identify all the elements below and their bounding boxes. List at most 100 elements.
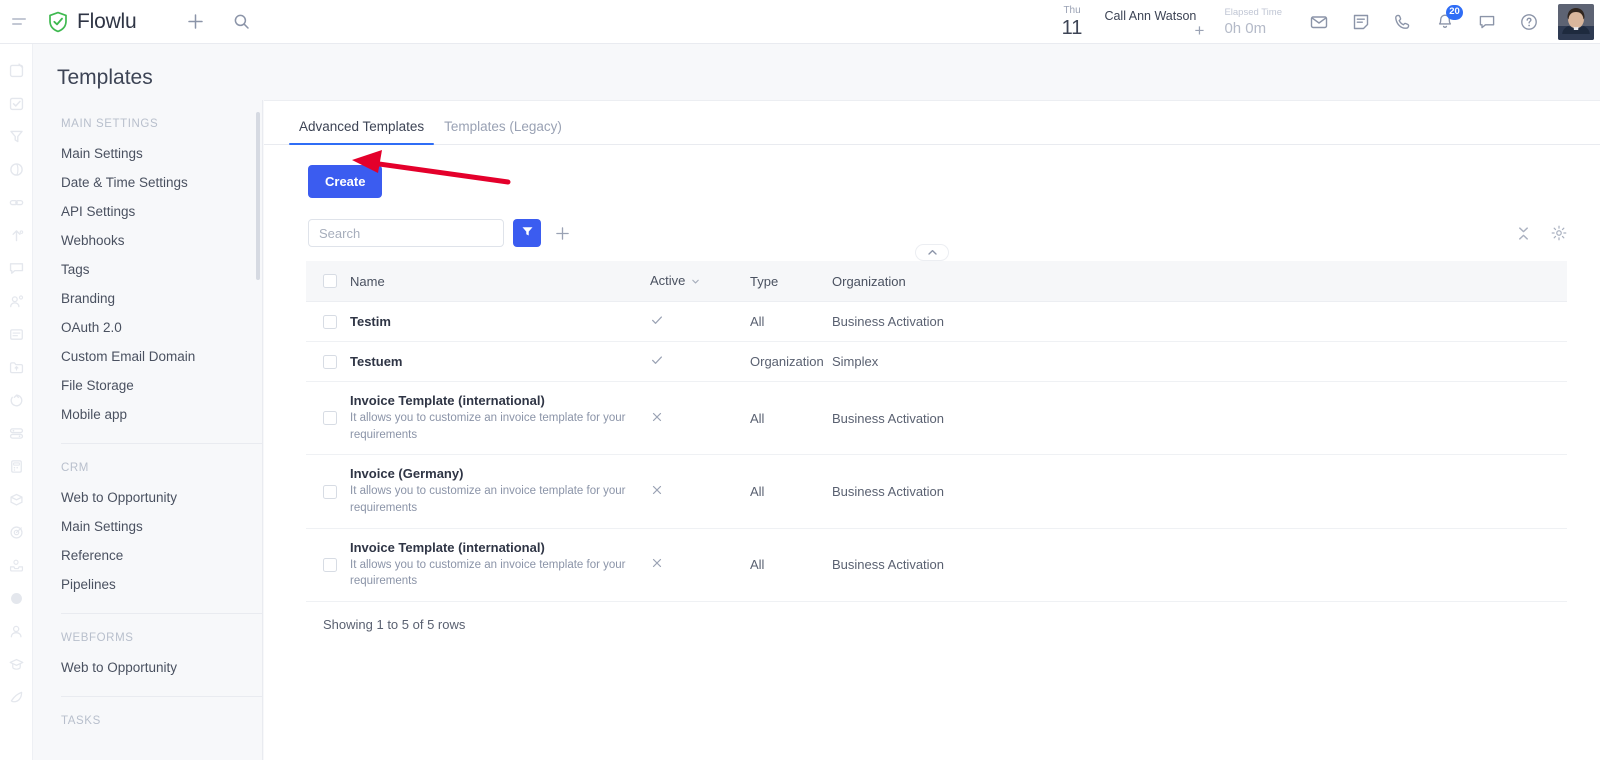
sidebar-item-date-time-settings[interactable]: Date & Time Settings bbox=[45, 168, 262, 197]
create-button[interactable]: Create bbox=[308, 165, 383, 198]
select-all-checkbox[interactable] bbox=[323, 274, 337, 289]
add-filter-button[interactable] bbox=[550, 221, 574, 245]
action-toolbar: Create bbox=[264, 145, 1600, 198]
sidebar-item-main-settings[interactable]: Main Settings bbox=[45, 139, 262, 168]
rail-contacts-icon[interactable] bbox=[3, 615, 29, 648]
row-checkbox[interactable] bbox=[323, 354, 337, 369]
table-row[interactable]: Invoice Template (international) It allo… bbox=[306, 381, 1567, 456]
filter-button[interactable] bbox=[513, 219, 541, 247]
column-header-name[interactable]: Name bbox=[350, 261, 650, 303]
rail-funnel-people-icon[interactable] bbox=[3, 120, 29, 153]
menu-toggle-icon[interactable] bbox=[12, 11, 34, 33]
tab-templates-legacy[interactable]: Templates (Legacy) bbox=[434, 119, 572, 145]
rail-invoices-icon[interactable] bbox=[3, 318, 29, 351]
sidebar-scrollbar[interactable] bbox=[256, 112, 260, 280]
app-icon-rail bbox=[0, 44, 33, 760]
column-header-organization[interactable]: Organization bbox=[832, 261, 1567, 303]
tab-advanced-templates[interactable]: Advanced Templates bbox=[289, 119, 435, 145]
rail-target-icon[interactable] bbox=[3, 516, 29, 549]
row-name: Invoice Template (international) bbox=[350, 393, 545, 409]
rail-mail-tray-icon[interactable] bbox=[3, 549, 29, 582]
sidebar-item-crm-web-to-opportunity[interactable]: Web to Opportunity bbox=[45, 483, 262, 512]
sidebar-item-mobile-app[interactable]: Mobile app bbox=[45, 400, 262, 429]
nav-group-crm: CRM Web to Opportunity Main Settings Ref… bbox=[45, 444, 262, 614]
sidebar-item-tags[interactable]: Tags bbox=[45, 255, 262, 284]
collapse-rows-icon[interactable] bbox=[1516, 226, 1531, 241]
table-row[interactable]: Invoice Template (international) It allo… bbox=[306, 528, 1567, 603]
row-description: It allows you to customize an invoice te… bbox=[350, 558, 626, 588]
notes-icon[interactable] bbox=[1340, 0, 1382, 44]
add-task-icon[interactable]: + bbox=[1195, 22, 1205, 39]
cross-icon bbox=[650, 556, 664, 573]
chat-icon[interactable] bbox=[1466, 0, 1508, 44]
rail-calculator-icon[interactable] bbox=[3, 450, 29, 483]
elapsed-timer[interactable]: Elapsed Time 0h 0m bbox=[1212, 0, 1298, 44]
sidebar-item-crm-main-settings[interactable]: Main Settings bbox=[45, 512, 262, 541]
user-avatar[interactable] bbox=[1558, 3, 1594, 40]
row-organization: Business Activation bbox=[832, 301, 1567, 343]
column-header-active-label: Active bbox=[650, 273, 686, 288]
rail-feedback-icon[interactable] bbox=[3, 252, 29, 285]
row-type: All bbox=[750, 454, 832, 529]
calendar-date[interactable]: Thu 11 bbox=[1052, 4, 1093, 38]
quick-add-button[interactable] bbox=[178, 5, 212, 39]
row-checkbox[interactable] bbox=[323, 484, 337, 499]
table-row[interactable]: Testim All Business Activation bbox=[306, 301, 1567, 343]
rail-team-add-icon[interactable] bbox=[3, 285, 29, 318]
sidebar-item-webforms-web-to-opportunity[interactable]: Web to Opportunity bbox=[45, 653, 262, 682]
sidebar-item-crm-reference[interactable]: Reference bbox=[45, 541, 262, 570]
help-icon[interactable] bbox=[1508, 0, 1550, 44]
rail-leaf-icon[interactable] bbox=[3, 681, 29, 714]
row-organization: Business Activation bbox=[832, 454, 1567, 529]
current-task[interactable]: Call Ann Watson + bbox=[1092, 0, 1212, 44]
sidebar-item-branding[interactable]: Branding bbox=[45, 284, 262, 313]
rail-tasks-check-icon[interactable] bbox=[3, 87, 29, 120]
table-head: Name Active Type Organization bbox=[306, 261, 1567, 303]
tab-bar: Advanced Templates Templates (Legacy) bbox=[264, 101, 1600, 145]
row-checkbox[interactable] bbox=[323, 314, 337, 329]
sidebar-item-custom-email-domain[interactable]: Custom Email Domain bbox=[45, 342, 262, 371]
row-checkbox[interactable] bbox=[323, 411, 337, 426]
row-name: Invoice (Germany) bbox=[350, 466, 464, 482]
rail-upload-arrow-icon[interactable] bbox=[3, 219, 29, 252]
cross-icon bbox=[650, 483, 664, 500]
nav-group-webforms: WEBFORMS Web to Opportunity bbox=[45, 614, 262, 697]
notifications-bell-icon[interactable]: 20 bbox=[1424, 0, 1466, 44]
sidebar-item-crm-pipelines[interactable]: Pipelines bbox=[45, 570, 262, 599]
templates-table: Name Active Type Organization Testim All… bbox=[306, 261, 1567, 603]
rail-box-open-icon[interactable] bbox=[3, 483, 29, 516]
nav-group-title: WEBFORMS bbox=[61, 632, 134, 644]
rail-toggles-icon[interactable] bbox=[3, 417, 29, 450]
rail-pin-board-icon[interactable] bbox=[3, 54, 29, 87]
collapse-toolbar-button[interactable] bbox=[915, 244, 949, 261]
mail-icon[interactable] bbox=[1298, 0, 1340, 44]
row-name-cell: Testim bbox=[350, 301, 650, 343]
rail-link-chain-icon[interactable] bbox=[3, 186, 29, 219]
row-type: All bbox=[750, 381, 832, 456]
rail-agile-icon[interactable] bbox=[3, 384, 29, 417]
row-checkbox[interactable] bbox=[323, 557, 337, 572]
global-search-icon[interactable] bbox=[224, 5, 258, 39]
column-header-type[interactable]: Type bbox=[750, 261, 832, 303]
current-task-title: Call Ann Watson bbox=[1104, 8, 1197, 23]
check-icon bbox=[650, 313, 664, 330]
row-active-cell bbox=[650, 454, 750, 529]
sidebar-item-oauth[interactable]: OAuth 2.0 bbox=[45, 313, 262, 342]
table-row[interactable]: Testuem Organization Simplex bbox=[306, 341, 1567, 383]
search-input[interactable] bbox=[308, 219, 504, 247]
sidebar-item-file-storage[interactable]: File Storage bbox=[45, 371, 262, 400]
gear-icon[interactable] bbox=[1551, 225, 1567, 241]
rail-folder-up-icon[interactable] bbox=[3, 351, 29, 384]
phone-icon[interactable] bbox=[1382, 0, 1424, 44]
sidebar-item-api-settings[interactable]: API Settings bbox=[45, 197, 262, 226]
rail-circle-icon[interactable] bbox=[3, 582, 29, 615]
rail-knowledge-base-icon[interactable] bbox=[3, 153, 29, 186]
chevron-down-icon[interactable] bbox=[691, 274, 700, 289]
sidebar-item-webhooks[interactable]: Webhooks bbox=[45, 226, 262, 255]
column-header-active[interactable]: Active bbox=[650, 261, 750, 303]
brand-logo[interactable]: Flowlu bbox=[46, 10, 137, 34]
rail-graduation-icon[interactable] bbox=[3, 648, 29, 681]
date-weekday: Thu bbox=[1063, 4, 1081, 16]
table-row[interactable]: Invoice (Germany) It allows you to custo… bbox=[306, 454, 1567, 529]
table-body: Testim All Business Activation Testuem O… bbox=[306, 301, 1567, 603]
